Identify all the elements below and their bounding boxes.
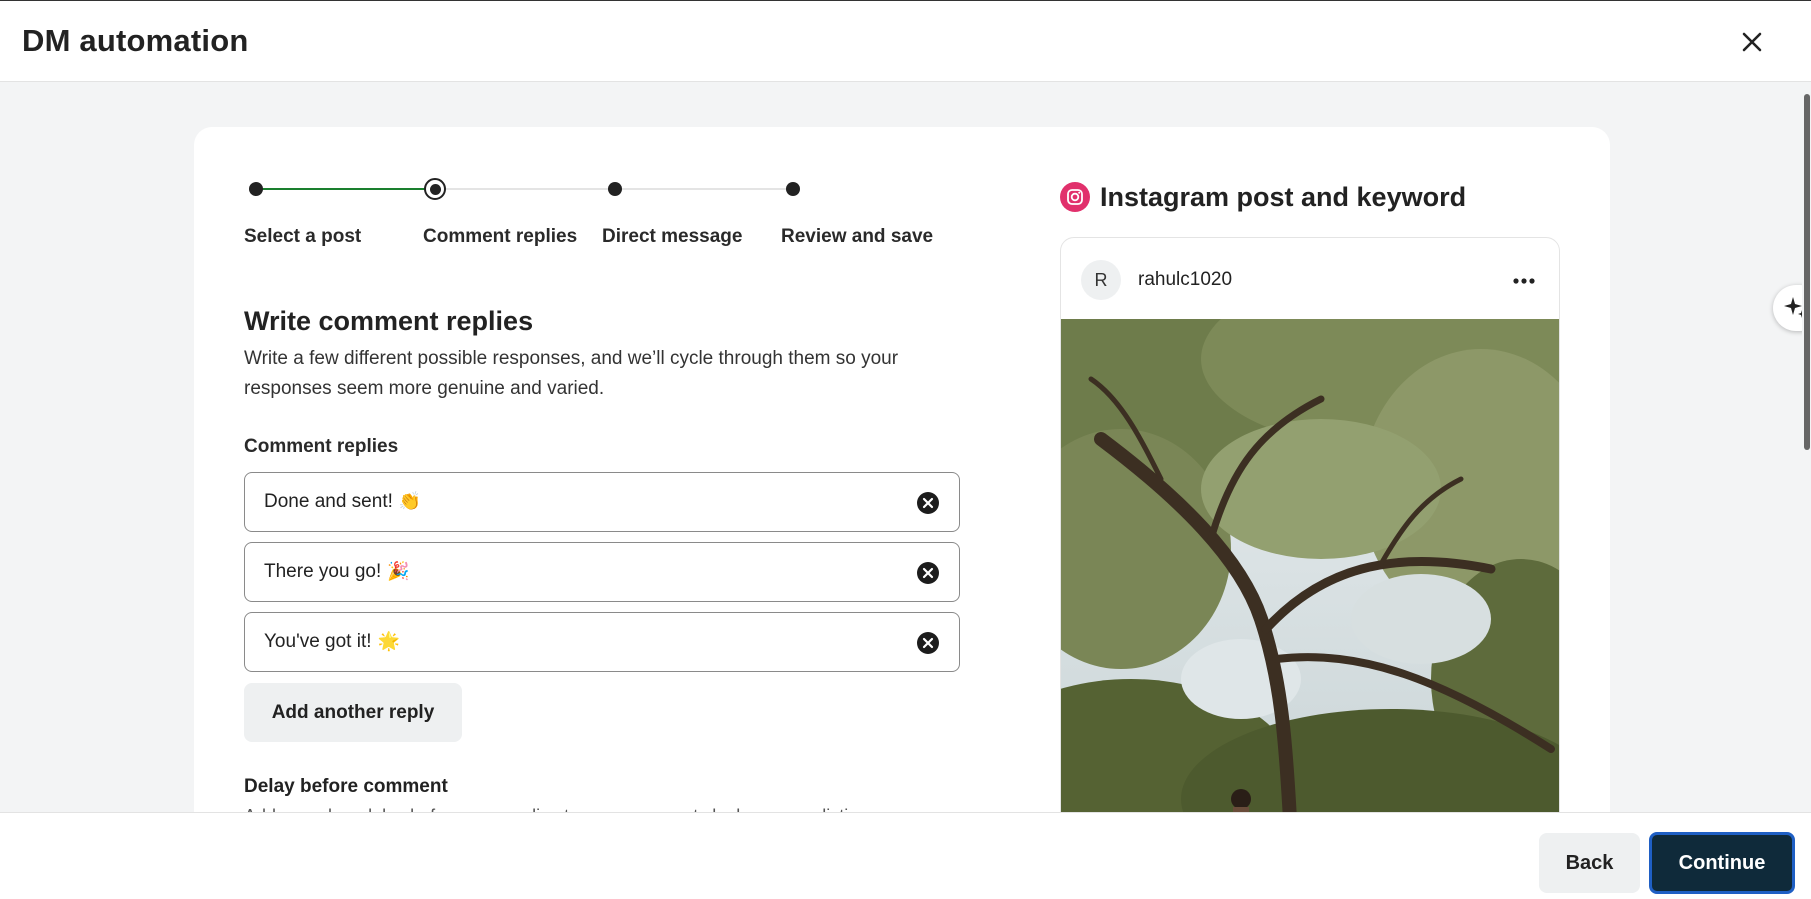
add-another-reply-button[interactable]: Add another reply (244, 683, 462, 742)
close-button[interactable] (1735, 25, 1769, 59)
glowing-star-emoji: 🌟 (377, 631, 400, 652)
progress-stepper: Select a post Comment replies Direct mes… (244, 170, 944, 260)
modal-header: DM automation (0, 0, 1811, 82)
clear-reply-icon[interactable] (917, 492, 939, 514)
step-dot-review-save (786, 182, 800, 196)
step-connector-2 (443, 188, 613, 190)
reply-field[interactable]: You've got it! 🌟 (244, 612, 960, 672)
post-username: rahulc1020 (1138, 269, 1233, 290)
party-popper-emoji: 🎉 (387, 561, 410, 582)
modal-footer: Back Continue (0, 812, 1811, 899)
continue-button[interactable]: Continue (1649, 832, 1795, 894)
avatar: R (1081, 260, 1121, 300)
step-label-review-save: Review and save (781, 226, 934, 247)
back-button[interactable]: Back (1539, 833, 1640, 893)
reply-text: There you go! 🎉 (264, 561, 410, 582)
step-label-direct-message: Direct message (602, 226, 743, 247)
preview-title: Instagram post and keyword (1100, 181, 1467, 212)
reply-text: Done and sent! 👏 (264, 491, 422, 512)
step-connector-1 (257, 188, 435, 190)
instagram-post-preview: R rahulc1020 (1060, 237, 1560, 837)
post-image (1061, 319, 1559, 836)
reply-field[interactable]: Done and sent! 👏 (244, 472, 960, 532)
instagram-icon (1060, 182, 1090, 212)
scrollbar-thumb[interactable] (1804, 94, 1810, 450)
step-dot-direct-message (608, 182, 622, 196)
step-dot-comment-replies (424, 178, 446, 200)
more-options-icon[interactable] (1511, 271, 1537, 291)
modal-title: DM automation (22, 23, 249, 58)
step-label-select-post: Select a post (244, 226, 362, 247)
reply-field[interactable]: There you go! 🎉 (244, 542, 960, 602)
vertical-scrollbar[interactable] (1802, 82, 1811, 812)
reply-text: You've got it! 🌟 (264, 631, 400, 652)
preview-header: Instagram post and keyword (1060, 180, 1466, 214)
comment-replies-label: Comment replies (244, 436, 399, 457)
step-connector-3 (621, 188, 793, 190)
clear-reply-icon[interactable] (917, 562, 939, 584)
close-icon (1742, 32, 1762, 52)
clear-reply-icon[interactable] (917, 632, 939, 654)
clapping-hands-emoji: 👏 (398, 491, 422, 512)
section-title: Write comment replies (244, 306, 534, 336)
delay-label: Delay before comment (244, 776, 448, 797)
step-dot-select-post (249, 182, 263, 196)
post-header: R rahulc1020 (1061, 238, 1559, 319)
section-description: Write a few different possible responses… (244, 348, 899, 399)
step-label-comment-replies: Comment replies (423, 226, 578, 247)
